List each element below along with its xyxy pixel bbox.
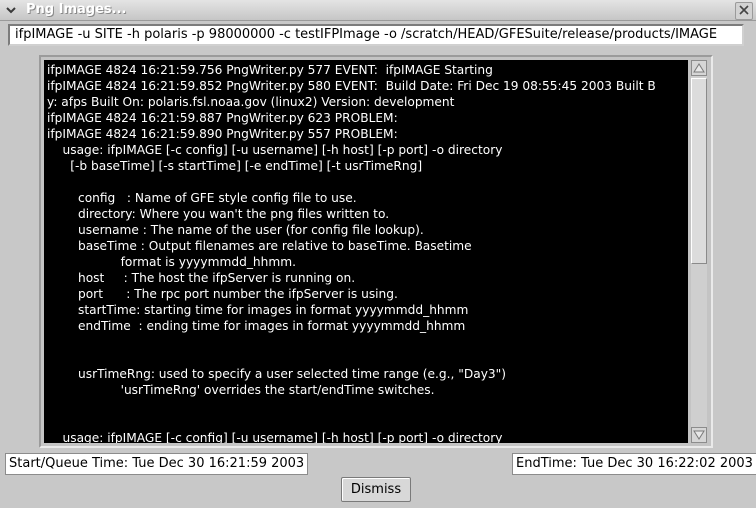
log-output[interactable]: ifpIMAGE 4824 16:21:59.756 PngWriter.py …	[44, 60, 688, 443]
command-line-field[interactable]: ifpIMAGE -u SITE -h polaris -p 98000000 …	[8, 24, 744, 46]
close-icon[interactable]	[735, 2, 753, 20]
title-bar[interactable]: Png Images...	[0, 0, 756, 21]
dismiss-button[interactable]: Dismiss	[341, 477, 411, 502]
start-time-label: Start/Queue Time: Tue Dec 30 16:21:59 20…	[5, 453, 309, 475]
log-panel: ifpIMAGE 4824 16:21:59.756 PngWriter.py …	[39, 55, 713, 448]
scrollbar-thumb[interactable]	[691, 78, 707, 264]
window-title: Png Images...	[26, 2, 127, 17]
log-text: ifpIMAGE 4824 16:21:59.756 PngWriter.py …	[47, 63, 656, 443]
arrow-up-icon[interactable]	[691, 60, 707, 76]
chevron-down-icon[interactable]	[4, 3, 18, 17]
arrow-down-icon[interactable]	[691, 427, 707, 443]
vertical-scrollbar[interactable]	[691, 60, 707, 443]
end-time-label: EndTime: Tue Dec 30 16:22:02 2003	[512, 453, 756, 475]
